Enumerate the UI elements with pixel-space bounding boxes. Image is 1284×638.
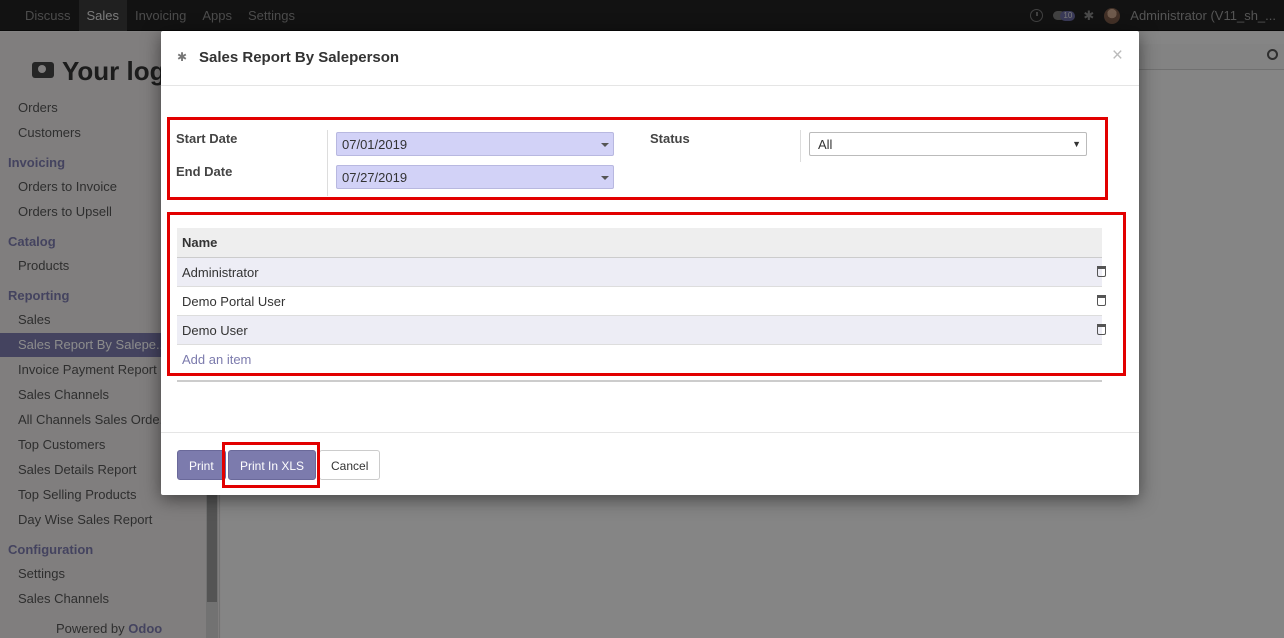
- modal-title: Sales Report By Saleperson: [199, 49, 400, 66]
- close-icon[interactable]: ×: [1112, 45, 1123, 67]
- highlight-box-xls: [222, 442, 320, 488]
- sales-report-dialog: ✱ Sales Report By Saleperson × Start Dat…: [161, 31, 1139, 495]
- debug-bug-icon[interactable]: ✱: [177, 50, 187, 64]
- modal-footer: Print Print In XLS Cancel: [161, 432, 1139, 495]
- modal-header: ✱ Sales Report By Saleperson ×: [161, 31, 1139, 86]
- print-button[interactable]: Print: [177, 450, 226, 480]
- highlight-box-table: [167, 212, 1126, 376]
- cancel-button[interactable]: Cancel: [319, 450, 381, 480]
- highlight-box-filters: [167, 117, 1108, 200]
